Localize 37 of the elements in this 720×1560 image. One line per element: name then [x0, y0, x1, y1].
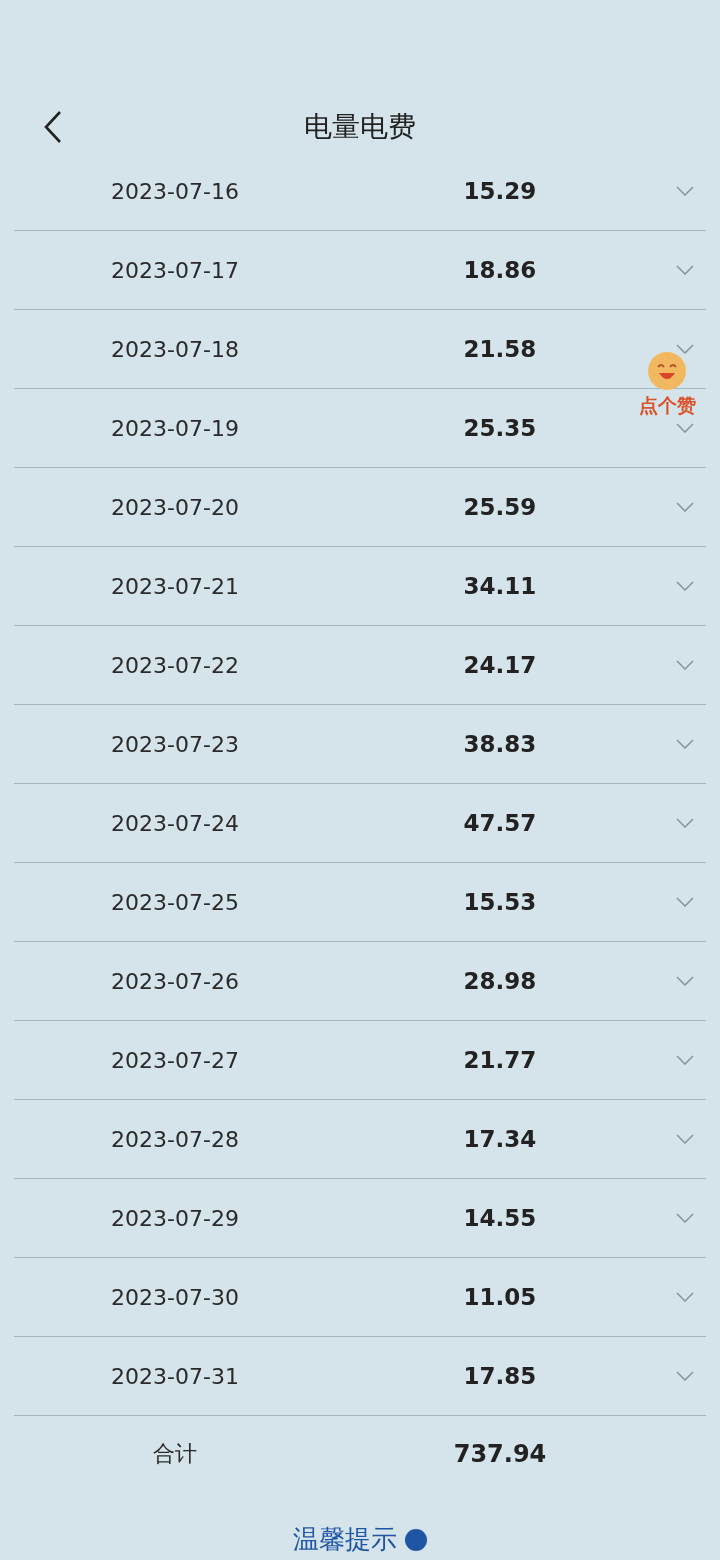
date-text: 2023-07-28 [110, 1126, 240, 1152]
date-text: 2023-07-23 [110, 731, 240, 757]
amount-text: 15.53 [463, 889, 537, 915]
date-text: 2023-07-21 [110, 573, 240, 599]
amount-text: 25.59 [463, 494, 537, 520]
date-text: 2023-07-16 [110, 178, 240, 204]
date-text: 2023-07-18 [110, 336, 240, 362]
date-text: 2023-07-27 [110, 1047, 240, 1073]
amount-text: 17.85 [463, 1363, 537, 1389]
like-badge[interactable]: 点个赞 [622, 350, 712, 420]
date-text: 2023-07-26 [110, 968, 240, 994]
amount-text: 18.86 [463, 257, 537, 283]
amount-text: 25.35 [463, 415, 537, 441]
date-text: 2023-07-25 [110, 889, 240, 915]
amount-text: 38.83 [463, 731, 537, 757]
date-text: 2023-07-29 [110, 1205, 240, 1231]
total-amount: 737.94 [453, 1440, 547, 1468]
date-text: 2023-07-20 [110, 494, 240, 520]
date-text: 2023-07-30 [110, 1284, 240, 1310]
date-text: 2023-07-19 [110, 415, 240, 441]
date-text: 2023-07-22 [110, 652, 240, 678]
amount-text: 17.34 [463, 1126, 537, 1152]
amount-text: 34.11 [463, 573, 537, 599]
amount-text: 21.58 [463, 336, 537, 362]
tip-link[interactable]: 温馨提示 [293, 1522, 397, 1557]
total-label: 合计 [152, 1440, 198, 1468]
amount-text: 47.57 [463, 810, 537, 836]
amount-text: 14.55 [463, 1205, 537, 1231]
page-title: 电量电费 [304, 109, 416, 145]
date-text: 2023-07-31 [110, 1363, 240, 1389]
amount-text: 11.05 [463, 1284, 537, 1310]
amount-text: 24.17 [463, 652, 537, 678]
date-text: 2023-07-17 [110, 257, 240, 283]
date-text: 2023-07-24 [110, 810, 240, 836]
amount-text: 15.29 [463, 178, 537, 204]
amount-text: 21.77 [463, 1047, 537, 1073]
amount-text: 28.98 [463, 968, 537, 994]
